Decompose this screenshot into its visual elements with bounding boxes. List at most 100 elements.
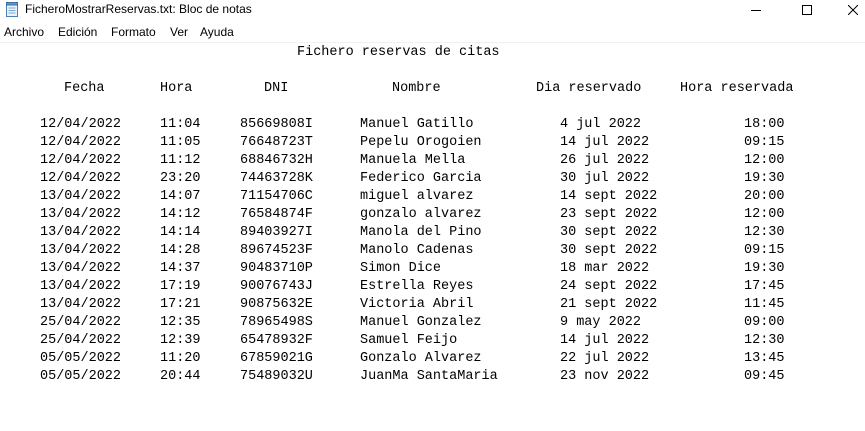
cell-hora: 11:20 — [160, 351, 201, 366]
cell-nombre: Federico Garcia — [360, 171, 482, 186]
cell-nombre: Estrella Reyes — [360, 279, 474, 294]
cell-fecha: 13/04/2022 — [40, 279, 122, 294]
cell-nombre: miguel alvarez — [360, 189, 474, 204]
cell-dni: 89403927I — [240, 225, 313, 240]
cell-hora-reservada: 12:00 — [744, 153, 785, 168]
table-row: 12/04/2022 11:04 85669808I Manuel Gatillo 4 … — [0, 116, 865, 134]
cell-hora: 12:39 — [160, 333, 201, 348]
cell-hora-reservada: 12:30 — [744, 225, 785, 240]
table-row: 13/04/2022 14:14 89403927I Manola del Pino 3… — [0, 224, 865, 242]
cell-nombre: Manolo Cadenas — [360, 243, 474, 258]
cell-hora: 12:35 — [160, 315, 201, 330]
cell-dia-reservado: 23 nov 2022 — [560, 369, 650, 384]
menu-ayuda[interactable]: Ayuda — [200, 25, 234, 40]
cell-hora-reservada: 12:00 — [744, 207, 785, 222]
cell-fecha: 13/04/2022 — [40, 243, 122, 258]
cell-hora: 14:07 — [160, 189, 201, 204]
table-row: 13/04/2022 17:21 90875632E Victoria Abril 21… — [0, 296, 865, 314]
maximize-button[interactable] — [784, 0, 830, 20]
cell-dni: 90076743J — [240, 279, 313, 294]
cell-hora-reservada: 20:00 — [744, 189, 785, 204]
cell-hora-reservada: 12:30 — [744, 333, 785, 348]
text-editor-area[interactable]: Fichero reservas de citas Fecha Hora DNI… — [0, 43, 865, 431]
cell-dia-reservado: 14 jul 2022 — [560, 333, 650, 348]
cell-hora: 11:04 — [160, 117, 201, 132]
cell-fecha: 12/04/2022 — [40, 117, 122, 132]
cell-dia-reservado: 9 may 2022 — [560, 315, 642, 330]
table-row: 13/04/2022 14:07 71154706C miguel alvarez 14… — [0, 188, 865, 206]
menu-formato[interactable]: Formato — [111, 25, 156, 40]
minimize-button[interactable] — [733, 0, 779, 20]
cell-hora-reservada: 09:15 — [744, 243, 785, 258]
title-bar[interactable]: FicheroMostrarReservas.txt: Bloc de nota… — [0, 0, 865, 21]
cell-fecha: 12/04/2022 — [40, 153, 122, 168]
table-row: 12/04/2022 23:20 74463728K Federico Garcia 3… — [0, 170, 865, 188]
cell-dia-reservado: 22 jul 2022 — [560, 351, 650, 366]
cell-hora: 20:44 — [160, 369, 201, 384]
close-button[interactable] — [830, 0, 865, 20]
table-row: 25/04/2022 12:35 78965498S Manuel Gonzalez 9… — [0, 314, 865, 332]
cell-dia-reservado: 18 mar 2022 — [560, 261, 650, 276]
cell-nombre: Manuela Mella — [360, 153, 466, 168]
cell-fecha: 25/04/2022 — [40, 315, 122, 330]
cell-hora-reservada: 09:00 — [744, 315, 785, 330]
minimize-icon — [751, 5, 761, 15]
cell-dia-reservado: 26 jul 2022 — [560, 153, 650, 168]
header-nombre: Nombre — [392, 81, 441, 96]
cell-nombre: Manuel Gonzalez — [360, 315, 482, 330]
menu-edicion[interactable]: Edición — [58, 25, 97, 40]
cell-dia-reservado: 4 jul 2022 — [560, 117, 642, 132]
cell-hora: 23:20 — [160, 171, 201, 186]
cell-dni: 78965498S — [240, 315, 313, 330]
cell-dni: 85669808I — [240, 117, 313, 132]
close-icon — [848, 5, 858, 15]
table-row: 05/05/2022 11:20 67859021G Gonzalo Alvarez 2… — [0, 350, 865, 368]
cell-dni: 74463728K — [240, 171, 313, 186]
cell-fecha: 13/04/2022 — [40, 207, 122, 222]
cell-dni: 76648723T — [240, 135, 313, 150]
table-row: 13/04/2022 14:37 90483710P Simon Dice 18 mar… — [0, 260, 865, 278]
cell-hora-reservada: 17:45 — [744, 279, 785, 294]
cell-nombre: Victoria Abril — [360, 297, 474, 312]
cell-dni: 65478932F — [240, 333, 313, 348]
cell-dni: 89674523F — [240, 243, 313, 258]
window-title: FicheroMostrarReservas.txt: Bloc de nota… — [25, 2, 252, 16]
cell-fecha: 05/05/2022 — [40, 351, 122, 366]
cell-fecha: 05/05/2022 — [40, 369, 122, 384]
cell-hora: 17:19 — [160, 279, 201, 294]
cell-hora-reservada: 18:00 — [744, 117, 785, 132]
cell-fecha: 13/04/2022 — [40, 225, 122, 240]
cell-nombre: JuanMa SantaMaria — [360, 369, 498, 384]
cell-fecha: 13/04/2022 — [40, 297, 122, 312]
cell-dni: 71154706C — [240, 189, 313, 204]
document-title: Fichero reservas de citas — [297, 45, 500, 60]
menu-bar: Archivo Edición Formato Ver Ayuda — [0, 23, 865, 42]
cell-hora-reservada: 19:30 — [744, 261, 785, 276]
header-dia-reservado: Dia reservado — [536, 81, 642, 96]
cell-hora-reservada: 11:45 — [744, 297, 785, 312]
cell-dia-reservado: 24 sept 2022 — [560, 279, 658, 294]
cell-dni: 67859021G — [240, 351, 313, 366]
table-row: 13/04/2022 14:12 76584874F gonzalo alvarez 2… — [0, 206, 865, 224]
cell-nombre: Gonzalo Alvarez — [360, 351, 482, 366]
cell-nombre: Simon Dice — [360, 261, 442, 276]
table-row: 25/04/2022 12:39 65478932F Samuel Feijo 14 j… — [0, 332, 865, 350]
cell-hora: 14:28 — [160, 243, 201, 258]
menu-ver[interactable]: Ver — [170, 25, 188, 40]
cell-dni: 75489032U — [240, 369, 313, 384]
cell-hora: 11:12 — [160, 153, 201, 168]
cell-fecha: 13/04/2022 — [40, 261, 122, 276]
table-row: 05/05/2022 20:44 75489032U JuanMa SantaMari… — [0, 368, 865, 386]
cell-nombre: gonzalo alvarez — [360, 207, 482, 222]
cell-dia-reservado: 30 sept 2022 — [560, 243, 658, 258]
table-row: 13/04/2022 14:28 89674523F Manolo Cadenas 30… — [0, 242, 865, 260]
cell-hora-reservada: 09:45 — [744, 369, 785, 384]
cell-fecha: 12/04/2022 — [40, 135, 122, 150]
cell-nombre: Manuel Gatillo — [360, 117, 474, 132]
cell-dia-reservado: 30 sept 2022 — [560, 225, 658, 240]
maximize-icon — [802, 5, 812, 15]
cell-hora-reservada: 19:30 — [744, 171, 785, 186]
cell-dni: 90483710P — [240, 261, 313, 276]
menu-archivo[interactable]: Archivo — [4, 25, 44, 40]
cell-dia-reservado: 30 jul 2022 — [560, 171, 650, 186]
